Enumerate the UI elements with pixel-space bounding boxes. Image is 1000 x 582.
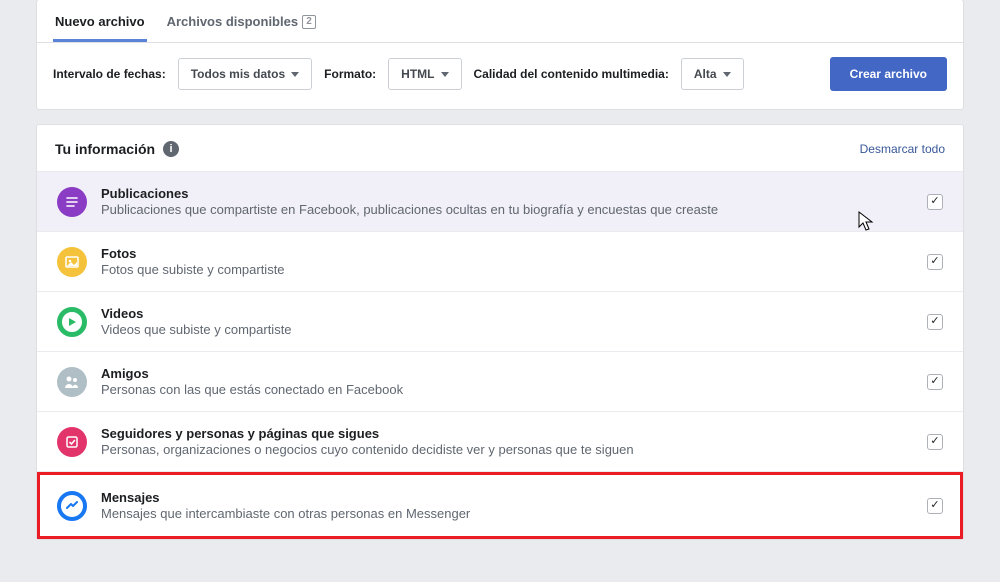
filters-row: Intervalo de fechas: Todos mis datos For…	[37, 43, 963, 109]
settings-top-card: Nuevo archivo Archivos disponibles 2 Int…	[36, 0, 964, 110]
caret-down-icon	[441, 72, 449, 77]
caret-down-icon	[723, 72, 731, 77]
list-item-followers[interactable]: Seguidores y personas y páginas que sigu…	[37, 411, 963, 471]
date-range-select[interactable]: Todos mis datos	[178, 58, 312, 90]
row-desc: Fotos que subiste y compartiste	[101, 262, 913, 277]
create-file-button[interactable]: Crear archivo	[830, 57, 947, 91]
media-quality-select[interactable]: Alta	[681, 58, 744, 90]
media-quality-label: Calidad del contenido multimedia:	[474, 67, 669, 81]
date-range-label: Intervalo de fechas:	[53, 67, 166, 81]
info-heading-text: Tu información	[55, 141, 155, 157]
list-item-photos[interactable]: Fotos Fotos que subiste y compartiste ✓	[37, 231, 963, 291]
your-info-card: Tu información i Desmarcar todo Publicac…	[36, 124, 964, 540]
list-item-friends[interactable]: Amigos Personas con las que estás conect…	[37, 351, 963, 411]
caret-down-icon	[291, 72, 299, 77]
row-title: Amigos	[101, 366, 913, 381]
row-desc: Videos que subiste y compartiste	[101, 322, 913, 337]
checkbox-videos[interactable]: ✓	[927, 314, 943, 330]
tab-new-file[interactable]: Nuevo archivo	[53, 0, 147, 42]
checkbox-posts[interactable]: ✓	[927, 194, 943, 210]
row-title: Seguidores y personas y páginas que sigu…	[101, 426, 913, 441]
available-count-badge: 2	[302, 15, 316, 29]
deselect-all-link[interactable]: Desmarcar todo	[860, 142, 945, 156]
media-quality-value: Alta	[694, 67, 717, 81]
tab-available-files[interactable]: Archivos disponibles 2	[165, 0, 318, 42]
row-title: Mensajes	[101, 490, 913, 505]
format-select[interactable]: HTML	[388, 58, 461, 90]
tabs-bar: Nuevo archivo Archivos disponibles 2	[37, 0, 963, 43]
friends-icon	[57, 367, 87, 397]
format-label: Formato:	[324, 67, 376, 81]
checkbox-friends[interactable]: ✓	[927, 374, 943, 390]
row-title: Videos	[101, 306, 913, 321]
checkbox-photos[interactable]: ✓	[927, 254, 943, 270]
videos-icon	[57, 307, 87, 337]
format-value: HTML	[401, 67, 434, 81]
row-desc: Publicaciones que compartiste en Faceboo…	[101, 202, 913, 217]
row-title: Publicaciones	[101, 186, 913, 201]
posts-icon	[57, 187, 87, 217]
photos-icon	[57, 247, 87, 277]
list-item-messages[interactable]: Mensajes Mensajes que intercambiaste con…	[37, 471, 963, 539]
info-icon[interactable]: i	[163, 141, 179, 157]
tab-available-label: Archivos disponibles	[167, 14, 298, 29]
followers-icon	[57, 427, 87, 457]
checkbox-followers[interactable]: ✓	[927, 434, 943, 450]
messages-icon	[57, 491, 87, 521]
info-header: Tu información i Desmarcar todo	[37, 125, 963, 171]
row-desc: Mensajes que intercambiaste con otras pe…	[101, 506, 913, 521]
tab-new-file-label: Nuevo archivo	[55, 14, 145, 29]
list-item-posts[interactable]: Publicaciones Publicaciones que comparti…	[37, 171, 963, 231]
date-range-value: Todos mis datos	[191, 67, 285, 81]
category-list: Publicaciones Publicaciones que comparti…	[37, 171, 963, 539]
page-title: Tu información i	[55, 141, 179, 157]
list-item-videos[interactable]: Videos Videos que subiste y compartiste …	[37, 291, 963, 351]
row-desc: Personas con las que estás conectado en …	[101, 382, 913, 397]
checkbox-messages[interactable]: ✓	[927, 498, 943, 514]
row-desc: Personas, organizaciones o negocios cuyo…	[101, 442, 913, 457]
row-title: Fotos	[101, 246, 913, 261]
